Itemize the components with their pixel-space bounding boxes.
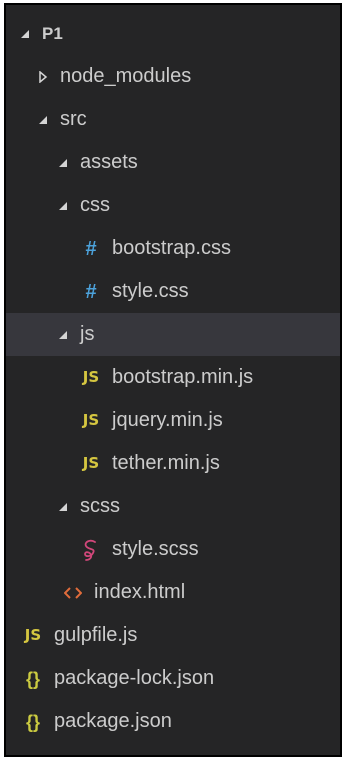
tree-item-label: node_modules — [60, 65, 192, 87]
tree-item-label: package-lock.json — [54, 667, 215, 689]
js-icon: JS — [82, 454, 100, 472]
tree-file-package-lock-json[interactable]: {} package-lock.json — [6, 657, 340, 700]
tree-item-label: assets — [80, 151, 138, 173]
chevron-down-icon[interactable] — [36, 115, 50, 125]
tree-file-tether-min-js[interactable]: JS tether.min.js — [6, 442, 340, 485]
tree-item-label: css — [80, 194, 110, 216]
tree-file-bootstrap-css[interactable]: # bootstrap.css — [6, 227, 340, 270]
tree-file-package-json[interactable]: {} package.json — [6, 700, 340, 743]
tree-item-label: scss — [80, 495, 120, 517]
tree-file-style-css[interactable]: # style.css — [6, 270, 340, 313]
tree-item-label: jquery.min.js — [112, 409, 223, 431]
css-hash-icon: # — [85, 280, 97, 303]
tree-folder-src[interactable]: src — [6, 98, 340, 141]
tree-folder-css[interactable]: css — [6, 184, 340, 227]
tree-folder-js[interactable]: js — [6, 313, 340, 356]
tree-file-index-html[interactable]: index.html — [6, 571, 340, 614]
tree-file-jquery-min-js[interactable]: JS jquery.min.js — [6, 399, 340, 442]
chevron-down-icon[interactable] — [56, 201, 70, 211]
tree-item-label: tether.min.js — [112, 452, 220, 474]
js-icon: JS — [82, 368, 100, 386]
tree-item-label: style.scss — [112, 538, 199, 560]
tree-folder-node-modules[interactable]: node_modules — [6, 55, 340, 98]
tree-folder-assets[interactable]: assets — [6, 141, 340, 184]
tree-item-label: gulpfile.js — [54, 624, 138, 646]
tree-item-label: package.json — [54, 710, 172, 732]
js-icon: JS — [24, 626, 42, 644]
tree-item-label: bootstrap.css — [112, 237, 231, 259]
chevron-right-icon[interactable] — [36, 70, 50, 83]
tree-item-label: index.html — [94, 581, 186, 603]
sass-icon — [78, 539, 104, 561]
tree-item-label: src — [60, 108, 87, 130]
chevron-down-icon[interactable] — [56, 158, 70, 168]
json-icon: {} — [25, 711, 40, 732]
tree-item-label: js — [80, 323, 95, 345]
tree-file-gulpfile-js[interactable]: JS gulpfile.js — [6, 614, 340, 657]
tree-root-label: P1 — [42, 23, 63, 43]
chevron-down-icon[interactable] — [56, 502, 70, 512]
js-icon: JS — [82, 411, 100, 429]
tree-root-p1[interactable]: P1 — [6, 12, 340, 55]
css-hash-icon: # — [85, 237, 97, 260]
tree-file-bootstrap-min-js[interactable]: JS bootstrap.min.js — [6, 356, 340, 399]
json-icon: {} — [25, 668, 40, 689]
file-explorer-panel: P1 node_modules src assets css # bootstr… — [4, 3, 342, 757]
file-tree: P1 node_modules src assets css # bootstr… — [6, 12, 340, 743]
chevron-down-icon[interactable] — [18, 29, 32, 39]
tree-item-label: style.css — [112, 280, 189, 302]
html-icon — [60, 586, 86, 600]
tree-folder-scss[interactable]: scss — [6, 485, 340, 528]
tree-item-label: bootstrap.min.js — [112, 366, 254, 388]
tree-file-style-scss[interactable]: style.scss — [6, 528, 340, 571]
chevron-down-icon[interactable] — [56, 330, 70, 340]
